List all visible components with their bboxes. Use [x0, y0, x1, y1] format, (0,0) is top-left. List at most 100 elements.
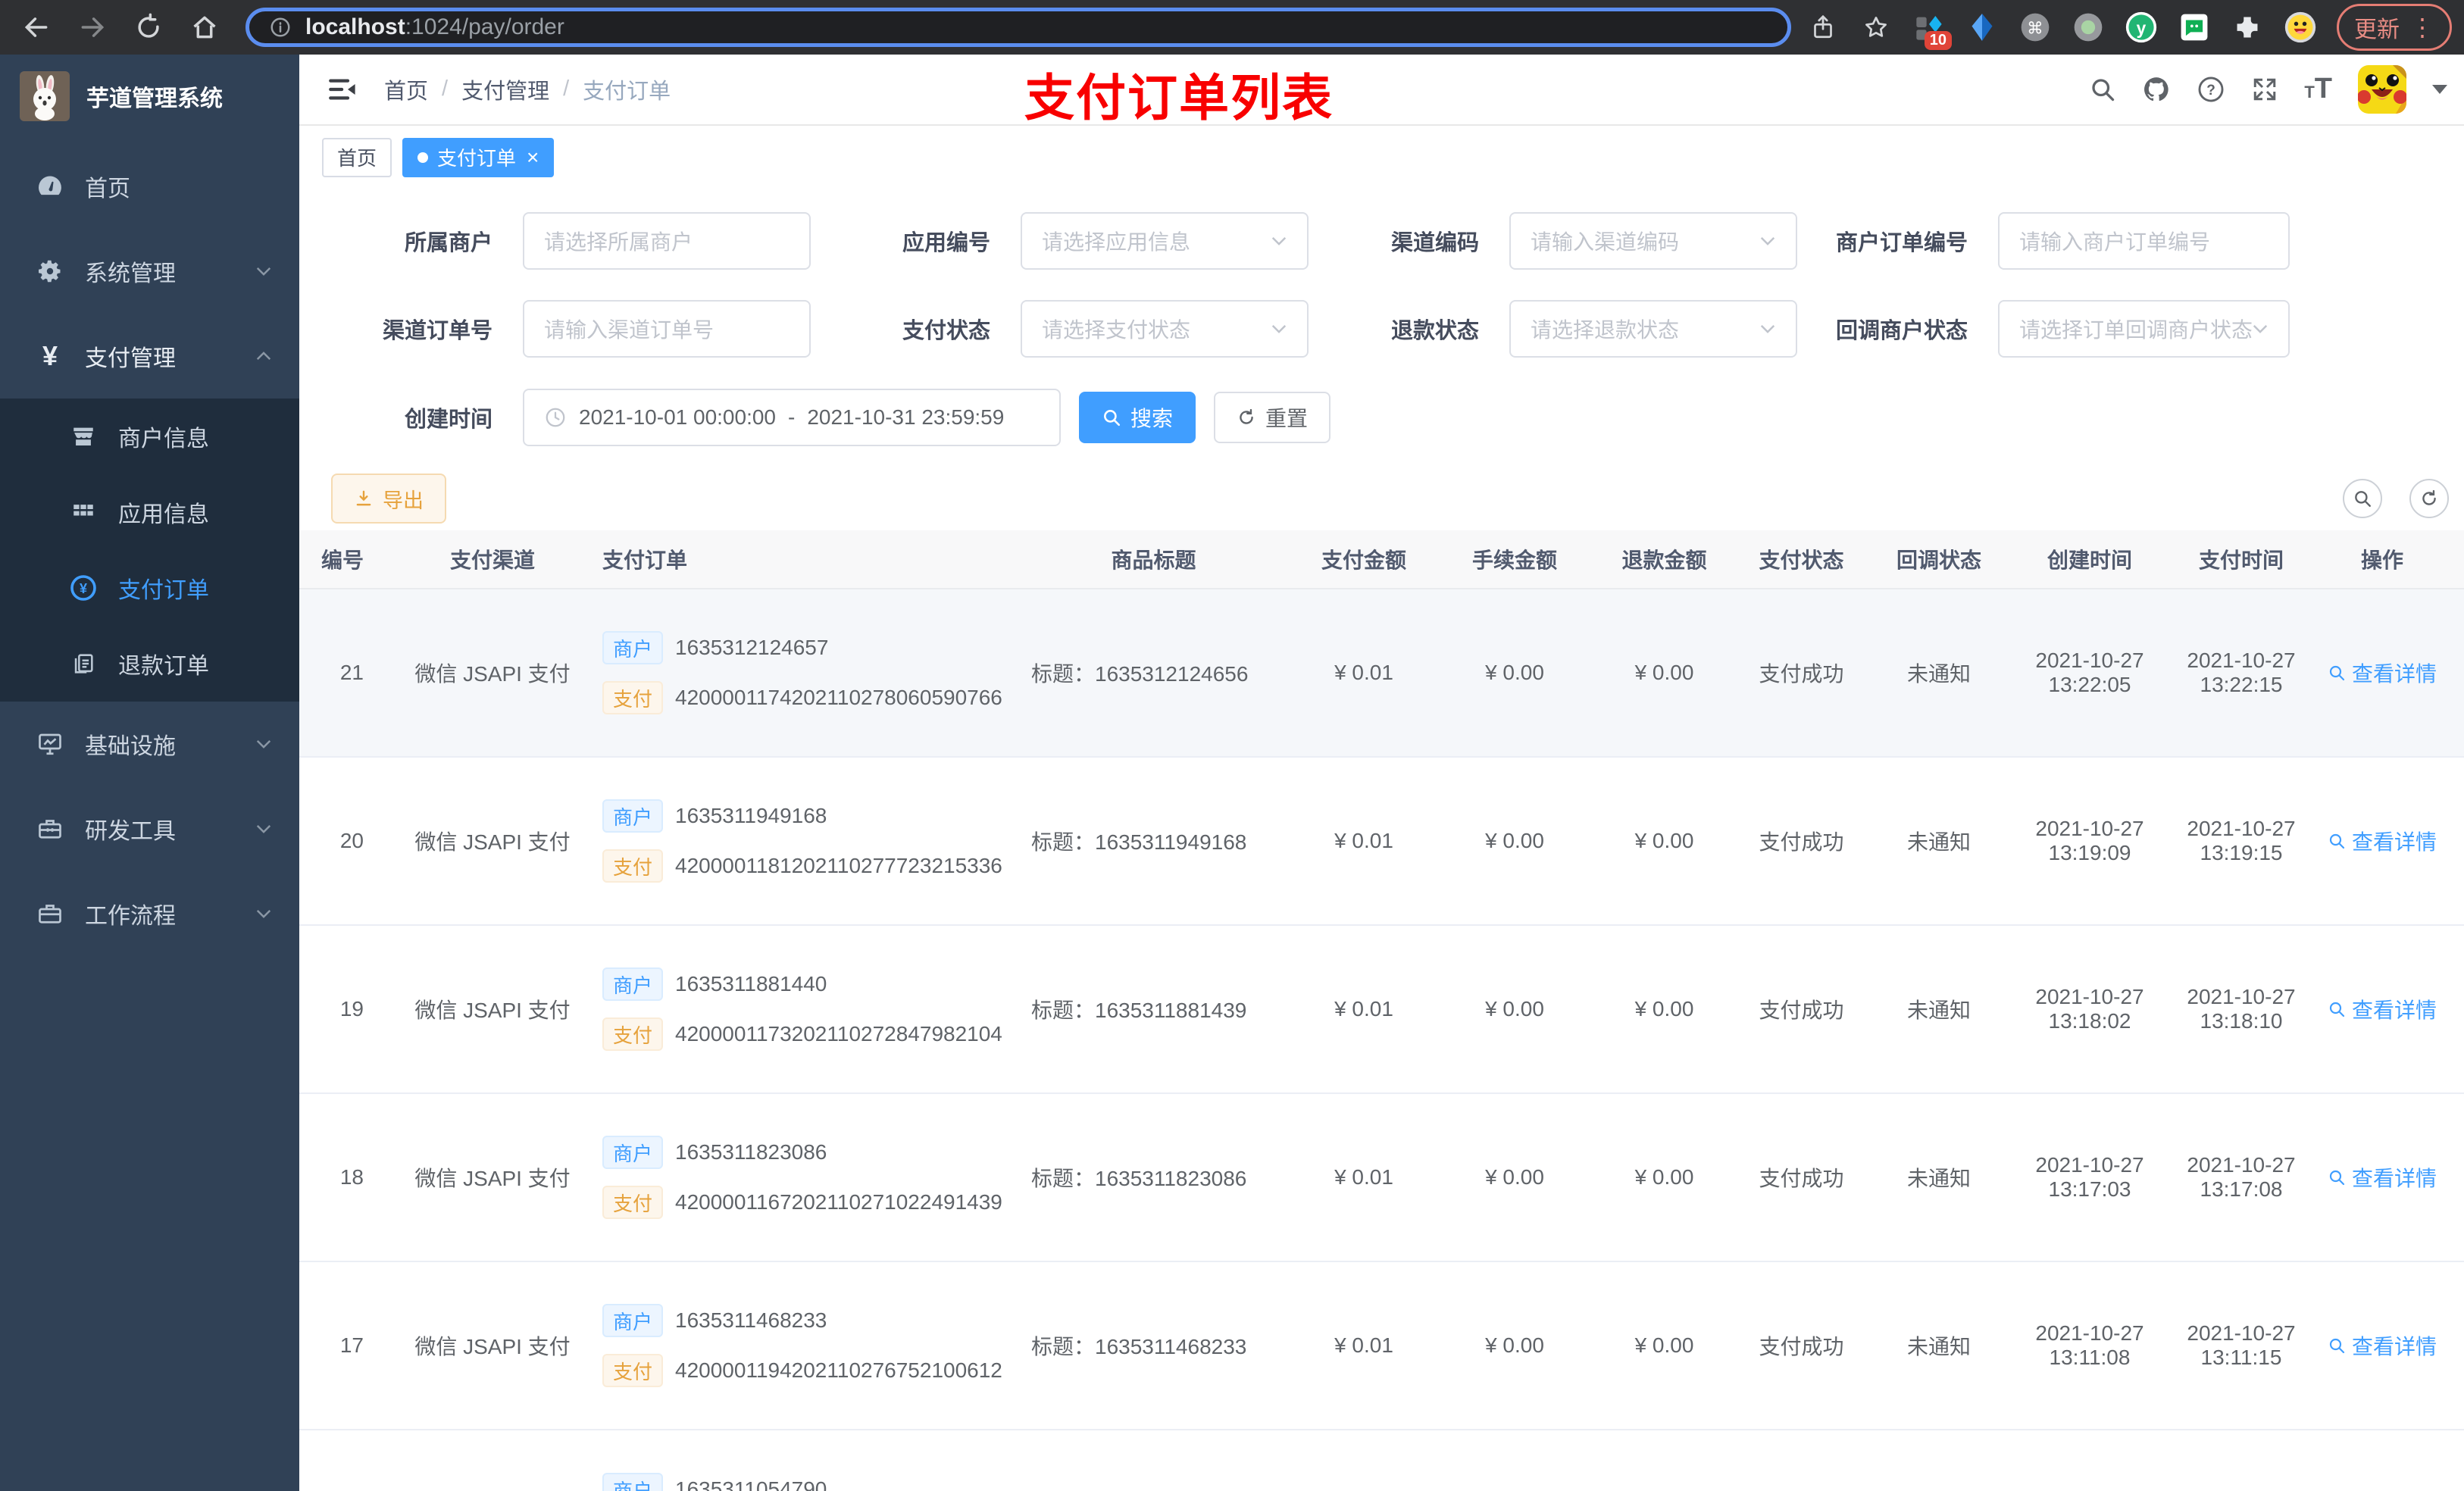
pay-status-select[interactable]: 请选择支付状态	[1021, 300, 1309, 358]
dashboard-icon	[35, 173, 65, 200]
pay-tag: 支付	[602, 1354, 664, 1387]
merchant-select[interactable]: 请选择所属商户	[523, 212, 811, 270]
sidebar-item-refund-order[interactable]: 退款订单	[0, 626, 299, 702]
refund-status-select[interactable]: 请选择退款状态	[1509, 300, 1797, 358]
sidebar-item-label: 首页	[85, 177, 130, 202]
notify-status: 未通知	[1906, 662, 1971, 686]
pay-status: 支付成功	[1759, 830, 1844, 854]
pay-amount: ¥ 0.01	[1334, 997, 1393, 1021]
browser-actions: 10 ⌘ y 更新 ⋮	[1791, 4, 2464, 51]
sidebar-item-system[interactable]: 系统管理	[0, 229, 299, 314]
breadcrumb-home[interactable]: 首页	[384, 73, 428, 105]
logo-image	[20, 71, 70, 121]
share-icon[interactable]	[1806, 11, 1840, 44]
create-time-range-input[interactable]: 2021-10-01 00:00:00 - 2021-10-31 23:59:5…	[523, 389, 1061, 446]
callback-status-select[interactable]: 请选择订单回调商户状态	[1998, 300, 2290, 358]
merchant-order-no: 1635311054790	[675, 1477, 827, 1491]
reset-button[interactable]: 重置	[1214, 392, 1331, 443]
tab-pay-order[interactable]: 支付订单 ×	[402, 137, 555, 177]
breadcrumb: 首页 / 支付管理 / 支付订单	[384, 73, 671, 105]
export-button[interactable]: 导出	[331, 474, 446, 524]
notify-status: 未通知	[1906, 1335, 1971, 1358]
view-detail-link[interactable]: 查看详情	[2328, 1162, 2437, 1192]
product-title: 标题：1635312124656	[1031, 662, 1249, 686]
extension-command-icon[interactable]: ⌘	[2018, 11, 2052, 44]
channel-order-no-input[interactable]: 请输入渠道订单号	[523, 300, 811, 358]
extension-kite-icon[interactable]	[1965, 11, 1999, 44]
sidebar-item-pay-order[interactable]: ¥ 支付订单	[0, 550, 299, 626]
profile-emoji-icon[interactable]	[2284, 11, 2317, 44]
close-icon[interactable]: ×	[527, 146, 539, 168]
view-detail-link[interactable]: 查看详情	[2328, 1330, 2437, 1361]
breadcrumb-pay: 支付管理	[461, 79, 550, 104]
table-row[interactable]: 17 微信 JSAPI 支付 商户 1635311468233 支付 4200001…	[299, 1262, 2464, 1430]
github-icon[interactable]	[2142, 75, 2171, 104]
search-button[interactable]: 搜索	[1079, 392, 1196, 443]
pay-amount: ¥ 0.01	[1334, 661, 1393, 684]
site-info-icon[interactable]	[269, 16, 292, 39]
pay-status: 支付成功	[1759, 1167, 1844, 1190]
chevron-down-icon	[2252, 324, 2269, 334]
table-toolbar: 导出	[299, 474, 2464, 524]
browser-menu-icon[interactable]: ⋮	[2410, 15, 2434, 39]
extension-chat-icon[interactable]	[2178, 11, 2211, 44]
font-size-icon[interactable]: TT	[2304, 73, 2332, 105]
view-detail-link[interactable]: 查看详情	[2328, 994, 2437, 1024]
search-icon[interactable]	[2089, 76, 2116, 103]
refund-amount: ¥ 0.00	[1634, 1333, 1694, 1357]
range-separator: -	[788, 405, 796, 429]
sidebar-item-app-info[interactable]: 应用信息	[0, 474, 299, 550]
table-row[interactable]: 18 微信 JSAPI 支付 商户 1635311823086 支付 4200001…	[299, 1094, 2464, 1262]
extensions-puzzle-icon[interactable]	[2231, 11, 2264, 44]
back-icon[interactable]	[20, 11, 53, 44]
svg-text:¥: ¥	[80, 581, 87, 596]
extension-devtools-icon[interactable]: 10	[1912, 11, 1952, 50]
sidebar-item-pay[interactable]: ¥ 支付管理	[0, 314, 299, 399]
bookmark-star-icon[interactable]	[1859, 11, 1893, 44]
tab-label: 支付订单	[437, 147, 517, 170]
pay-order-no: 4200001167202110271022491439	[675, 1190, 1002, 1214]
user-avatar[interactable]	[2358, 64, 2406, 114]
browser-update-button[interactable]: 更新 ⋮	[2337, 4, 2452, 51]
sidebar-item-workflow[interactable]: 工作流程	[0, 871, 299, 956]
app-select[interactable]: 请选择应用信息	[1021, 212, 1309, 270]
breadcrumb-separator: /	[563, 77, 570, 102]
help-icon[interactable]: ?	[2197, 75, 2225, 104]
sidebar-item-dev-tools[interactable]: 研发工具	[0, 786, 299, 871]
sidebar-item-label: 研发工具	[85, 819, 176, 844]
extension-recorder-icon[interactable]	[2072, 11, 2105, 44]
sidebar-item-infra[interactable]: 基础设施	[0, 702, 299, 786]
document-icon	[68, 651, 98, 677]
sidebar-toggle-icon[interactable]	[327, 73, 358, 105]
sidebar-item-merchant-info[interactable]: 商户信息	[0, 399, 299, 474]
table-row[interactable]: 21 微信 JSAPI 支付 商户 1635312124657 支付 4200001…	[299, 589, 2464, 758]
filter-row-1: 所属商户 请选择所属商户 应用编号 请选择应用信息 渠道编码 请输入渠道编码 商…	[299, 212, 2464, 270]
view-detail-link[interactable]: 查看详情	[2328, 826, 2437, 856]
fee-amount: ¥ 0.00	[1485, 1333, 1544, 1357]
channel-code-select[interactable]: 请输入渠道编码	[1509, 212, 1797, 270]
merchant-order-no: 1635311468233	[675, 1308, 827, 1332]
pay-status: 支付成功	[1759, 662, 1844, 686]
table-row[interactable]: 19 微信 JSAPI 支付 商户 1635311881440 支付 4200001…	[299, 926, 2464, 1094]
table-header-row: 编号 支付渠道 支付订单 商品标题 支付金额 手续金额 退款金额 支付状态 回调…	[299, 530, 2464, 589]
merchant-order-no-input[interactable]: 请输入商户订单编号	[1998, 212, 2290, 270]
forward-icon[interactable]	[76, 11, 109, 44]
search-label: 搜索	[1130, 407, 1174, 430]
table-row[interactable]: 商户 1635311054790	[299, 1430, 2464, 1491]
url-host: localhost	[305, 14, 405, 39]
sidebar-item-label: 商户信息	[118, 427, 209, 452]
refresh-icon[interactable]	[2409, 479, 2449, 518]
reload-icon[interactable]	[132, 11, 165, 44]
toggle-search-icon[interactable]	[2343, 479, 2382, 518]
view-detail-link[interactable]: 查看详情	[2328, 658, 2437, 688]
avatar-caret-icon[interactable]	[2432, 84, 2447, 94]
url-bar[interactable]: localhost:1024/pay/order	[245, 8, 1791, 47]
extension-y-icon[interactable]: y	[2125, 11, 2158, 44]
home-icon[interactable]	[188, 11, 221, 44]
grid-icon	[68, 499, 98, 525]
fee-amount: ¥ 0.00	[1485, 997, 1544, 1021]
fullscreen-icon[interactable]	[2251, 76, 2278, 103]
tab-home[interactable]: 首页	[322, 137, 392, 177]
sidebar-item-home[interactable]: 首页	[0, 144, 299, 229]
table-row[interactable]: 20 微信 JSAPI 支付 商户 1635311949168 支付 4200001…	[299, 758, 2464, 926]
